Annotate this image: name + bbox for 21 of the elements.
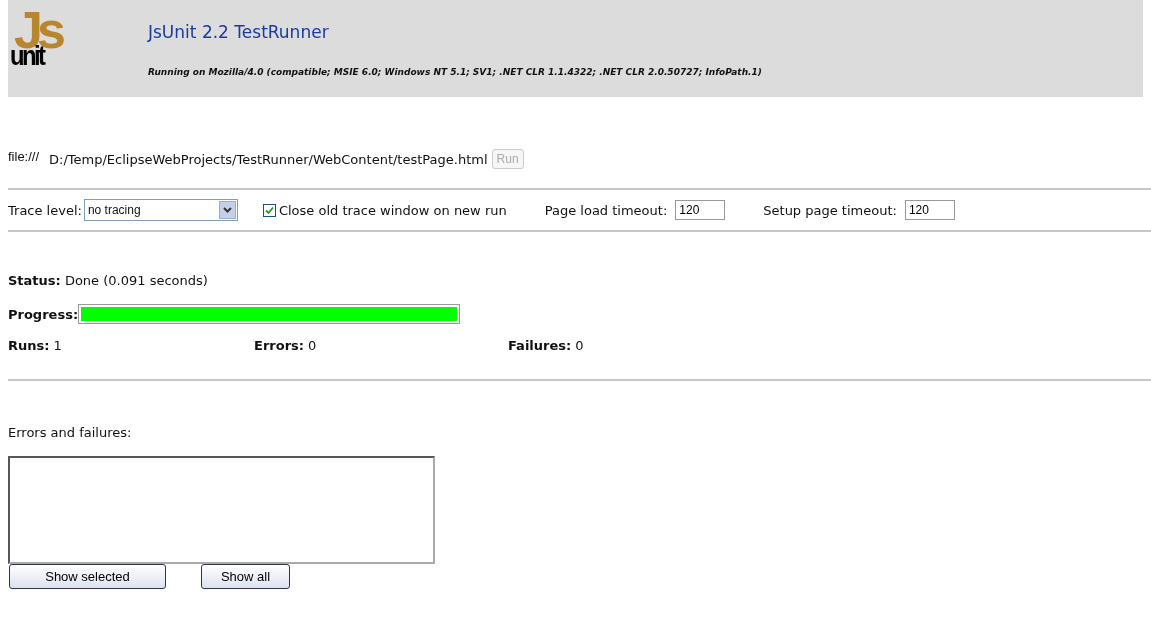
user-agent-text: Running on Mozilla/4.0 (compatible; MSIE 6.0; Windows NT 5.1; SV1; .NET CLR 1.1.4322; .NET CLR 2.0.50727; InfoPath.1) xyxy=(148,67,762,77)
page-title: JsUnit 2.2 TestRunner xyxy=(148,22,330,42)
errors-label: Errors and failures: xyxy=(8,425,133,440)
count-text: Runs: 1 xyxy=(8,338,63,353)
status-text: Status: Done (0.091 seconds) xyxy=(8,273,209,288)
count-text: Errors: 0 xyxy=(254,338,318,353)
count-text: Failures: 0 xyxy=(508,338,585,353)
trace-level-label: Trace level: xyxy=(8,202,82,218)
page-load-timeout-field[interactable]: 120 xyxy=(675,200,726,220)
close-trace-checkbox[interactable] xyxy=(262,203,276,217)
show-button[interactable]: Show selected xyxy=(9,564,166,589)
close-trace-label: Close old trace window on new run xyxy=(278,202,507,218)
file-path: D:/Temp/EclipseWebProjects/TestRunner/WebContent/testPage.html xyxy=(49,151,488,167)
errors-list[interactable] xyxy=(8,456,435,564)
setup-page-timeout-field[interactable]: 120 xyxy=(904,200,955,220)
file-prefix: file:/// xyxy=(8,148,40,164)
setup-page-timeout-label: Setup page timeout: xyxy=(763,202,897,218)
progress-label: Progress: xyxy=(8,306,79,322)
trace-level-dropdown[interactable]: no tracing xyxy=(83,199,238,221)
show-button[interactable]: Show all xyxy=(201,564,290,589)
page-load-timeout-label: Page load timeout: xyxy=(544,202,668,218)
